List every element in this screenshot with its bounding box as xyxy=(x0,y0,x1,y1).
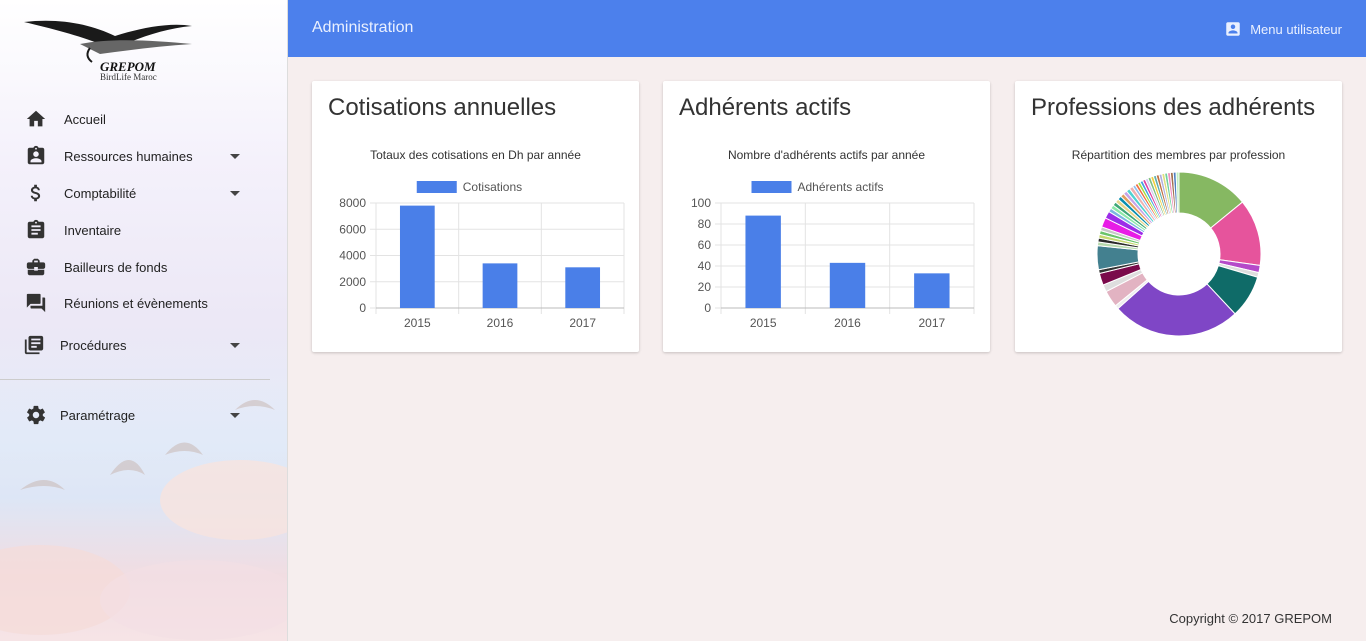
sidebar-item-label: Procédures xyxy=(60,337,127,353)
sidebar-item-label: Bailleurs de fonds xyxy=(64,259,168,275)
gear-icon xyxy=(24,403,48,427)
y-tick-label: 2000 xyxy=(339,275,366,289)
sidebar-item-label: Réunions et évènements xyxy=(64,295,208,311)
sidebar-item-ressources-humaines[interactable]: Ressources humaines xyxy=(0,139,270,173)
user-menu-button[interactable]: Menu utilisateur xyxy=(1224,20,1342,38)
x-tick-label: 2015 xyxy=(750,316,777,330)
account-box-icon xyxy=(1226,22,1240,36)
cotisations-bar-chart: Cotisations 0 2000 4000 6000 8000 2015 2016 2017 xyxy=(339,180,625,330)
y-tick-label: 100 xyxy=(691,196,711,210)
bar xyxy=(914,273,950,308)
legend: Cotisations xyxy=(416,180,522,194)
chevron-down-icon xyxy=(230,190,240,196)
x-tick-label: 2017 xyxy=(918,316,945,330)
chevron-down-icon xyxy=(230,153,240,159)
bar xyxy=(482,263,518,308)
sidebar-item-reunions[interactable]: Réunions et évènements xyxy=(0,286,270,320)
y-tick-label: 60 xyxy=(698,238,712,252)
sidebar-item-label: Ressources humaines xyxy=(64,148,193,164)
forum-icon xyxy=(24,291,48,315)
x-tick-label: 2015 xyxy=(404,316,431,330)
chevron-down-icon xyxy=(230,342,240,348)
bar xyxy=(565,267,601,308)
sidebar-item-bailleurs-de-fonds[interactable]: Bailleurs de fonds xyxy=(0,250,270,284)
y-tick-label: 8000 xyxy=(339,196,366,210)
legend-swatch xyxy=(416,181,457,193)
user-menu-label: Menu utilisateur xyxy=(1250,21,1342,37)
top-bar: Administration Menu utilisateur xyxy=(288,0,1366,57)
sidebar-item-label: Accueil xyxy=(64,111,106,127)
sidebar-item-parametrage[interactable]: Paramétrage xyxy=(0,398,270,432)
x-tick-label: 2017 xyxy=(569,316,596,330)
card-professions: Professions des adhérents Répartition de… xyxy=(1015,81,1342,352)
footer-copyright: Copyright © 2017 GREPOM xyxy=(1169,611,1332,626)
sidebar: GREPOM BirdLife Maroc Accueil Ressources… xyxy=(0,0,288,641)
library-books-icon xyxy=(22,333,46,357)
sidebar-item-label: Comptabilité xyxy=(64,185,137,201)
sidebar-item-label: Inventaire xyxy=(64,222,122,238)
logo-subtitle: BirdLife Maroc xyxy=(100,72,157,82)
bar xyxy=(399,205,435,308)
y-tick-label: 4000 xyxy=(339,249,366,263)
page-title: Administration xyxy=(312,19,414,36)
y-tick-label: 0 xyxy=(704,301,711,315)
chevron-down-icon xyxy=(230,412,240,418)
legend-swatch xyxy=(751,181,792,193)
briefcase-icon xyxy=(24,255,48,279)
sidebar-item-comptabilite[interactable]: Comptabilité xyxy=(0,176,270,210)
sidebar-item-procedures[interactable]: Procédures xyxy=(0,328,270,362)
sidebar-item-label: Paramétrage xyxy=(60,407,136,423)
home-icon xyxy=(24,107,48,131)
sidebar-item-accueil[interactable]: Accueil xyxy=(0,102,270,136)
sidebar-item-inventaire[interactable]: Inventaire xyxy=(0,213,270,247)
bar xyxy=(829,262,866,308)
y-tick-label: 0 xyxy=(359,301,366,315)
y-tick-label: 20 xyxy=(698,280,712,294)
x-tick-label: 2016 xyxy=(834,316,861,330)
y-tick-label: 6000 xyxy=(339,222,366,236)
y-tick-label: 40 xyxy=(698,259,712,273)
legend-label: Cotisations xyxy=(463,180,522,194)
professions-donut-chart xyxy=(1096,171,1262,337)
y-tick-label: 80 xyxy=(698,217,712,231)
card-cotisations: Cotisations annuelles Totaux des cotisat… xyxy=(312,81,639,352)
bar xyxy=(745,215,781,308)
clipboard-icon xyxy=(24,218,48,242)
legend-label: Adhérents actifs xyxy=(798,180,884,194)
x-tick-label: 2016 xyxy=(487,316,514,330)
dollar-icon xyxy=(24,181,48,205)
sidebar-divider xyxy=(0,379,270,380)
badge-icon xyxy=(24,144,48,168)
card-adherents: Adhérents actifs Nombre d'adhérents acti… xyxy=(663,81,990,352)
adherents-bar-chart: Adhérents actifs 0 20 40 60 80 100 2015 2016 2017 xyxy=(691,180,975,330)
legend: Adhérents actifs xyxy=(751,180,884,194)
